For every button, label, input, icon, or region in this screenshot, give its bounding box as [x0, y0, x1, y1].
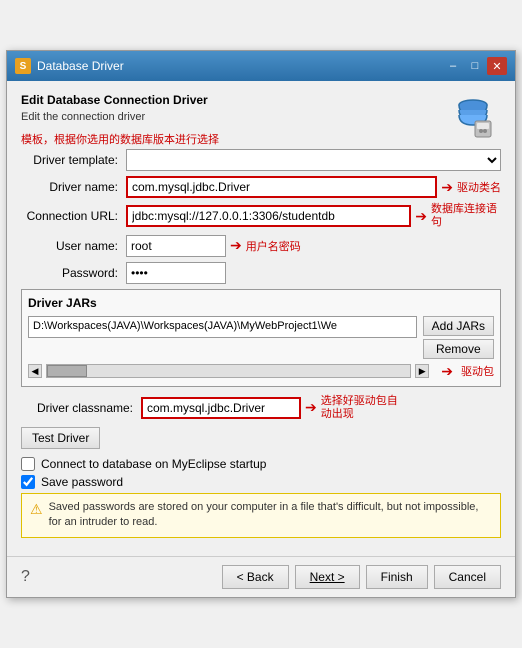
dialog-title: Edit Database Connection Driver: [21, 93, 219, 107]
classname-arrow-icon: ➔: [305, 399, 317, 416]
header-text-area: Edit Database Connection Driver Edit the…: [21, 93, 219, 147]
remove-button[interactable]: Remove: [423, 339, 494, 359]
jars-buttons: Add JARs Remove: [423, 316, 494, 359]
warning-box: ⚠ Saved passwords are stored on your com…: [21, 493, 501, 538]
connection-url-input[interactable]: [126, 205, 411, 227]
username-row: User name: ➔ 用户名密码: [21, 235, 501, 257]
username-input[interactable]: [126, 235, 226, 257]
classname-annotation: 选择好驱动包自动出现: [321, 395, 401, 421]
connection-url-arrow-icon: ➔: [415, 208, 427, 225]
jars-row: D:\Workspaces(JAVA)\Workspaces(JAVA)\MyW…: [28, 316, 494, 359]
finish-button[interactable]: Finish: [366, 565, 428, 589]
test-driver-button[interactable]: Test Driver: [21, 427, 100, 449]
driver-name-arrow-icon: ➔: [441, 179, 453, 196]
title-bar-left: S Database Driver: [15, 58, 124, 74]
connect-startup-checkbox[interactable]: [21, 457, 35, 471]
cancel-button[interactable]: Cancel: [434, 565, 501, 589]
driver-classname-label: Driver classname:: [21, 401, 141, 415]
scroll-right-button[interactable]: ▶: [415, 364, 429, 378]
driver-jar-annotation: 驱动包: [461, 363, 494, 379]
driver-jars-header: Driver JARs: [28, 296, 494, 310]
driver-name-input[interactable]: [126, 176, 437, 198]
driver-jars-section: Driver JARs D:\Workspaces(JAVA)\Workspac…: [21, 289, 501, 387]
driver-name-annotation: 驱动类名: [457, 179, 501, 195]
dialog-header: Edit Database Connection Driver Edit the…: [21, 93, 501, 147]
minimize-button[interactable]: –: [443, 57, 463, 75]
help-button[interactable]: ?: [21, 568, 30, 586]
window-controls: – □ ✕: [443, 57, 507, 75]
back-button[interactable]: < Back: [222, 565, 289, 589]
scroll-left-button[interactable]: ◀: [28, 364, 42, 378]
driver-classname-row: Driver classname: ➔ 选择好驱动包自动出现: [21, 395, 501, 421]
save-password-label[interactable]: Save password: [41, 475, 123, 489]
dialog-footer: ? < Back Next > Finish Cancel: [7, 556, 515, 597]
username-label: User name:: [21, 239, 126, 253]
driver-classname-input[interactable]: [141, 397, 301, 419]
app-icon: S: [15, 58, 31, 74]
user-password-arrow-icon: ➔: [230, 237, 242, 254]
password-row: Password:: [21, 262, 501, 284]
driver-jar-arrow-icon: ➔: [441, 363, 453, 380]
next-button[interactable]: Next >: [295, 565, 360, 589]
add-jars-button[interactable]: Add JARs: [423, 316, 494, 336]
save-password-row: Save password: [21, 475, 501, 489]
main-window: S Database Driver – □ ✕ Edit Database Co…: [6, 50, 516, 598]
scrollbar-track[interactable]: [46, 364, 411, 378]
dialog-content: Edit Database Connection Driver Edit the…: [7, 81, 515, 556]
warning-icon: ⚠: [30, 501, 43, 518]
connect-startup-label[interactable]: Connect to database on MyEclipse startup: [41, 457, 266, 471]
driver-template-label: Driver template:: [21, 153, 126, 167]
password-label: Password:: [21, 266, 126, 280]
connection-url-row: Connection URL: ➔ 数据库连接语句: [21, 203, 501, 229]
driver-template-row: Driver template:: [21, 149, 501, 171]
close-button[interactable]: ✕: [487, 57, 507, 75]
save-password-checkbox[interactable]: [21, 475, 35, 489]
maximize-button[interactable]: □: [465, 57, 485, 75]
driver-name-label: Driver name:: [21, 180, 126, 194]
template-annotation: 模板，根据你选用的数据库版本进行选择: [21, 131, 219, 147]
connection-url-annotation: 数据库连接语句: [431, 203, 501, 229]
driver-name-row: Driver name: ➔ 驱动类名: [21, 176, 501, 198]
warning-text: Saved passwords are stored on your compu…: [49, 500, 492, 531]
user-password-annotation: 用户名密码: [246, 238, 301, 254]
window-title: Database Driver: [37, 59, 124, 73]
driver-template-select[interactable]: [126, 149, 501, 171]
connection-url-label: Connection URL:: [21, 209, 126, 223]
database-icon: [449, 93, 497, 141]
title-bar: S Database Driver – □ ✕: [7, 51, 515, 81]
password-input[interactable]: [126, 262, 226, 284]
connect-startup-row: Connect to database on MyEclipse startup: [21, 457, 501, 471]
jars-scrollbar: ◀ ▶ ➔ 驱动包: [28, 363, 494, 380]
dialog-subtitle: Edit the connection driver: [21, 111, 219, 123]
jars-path-display: D:\Workspaces(JAVA)\Workspaces(JAVA)\MyW…: [28, 316, 417, 338]
